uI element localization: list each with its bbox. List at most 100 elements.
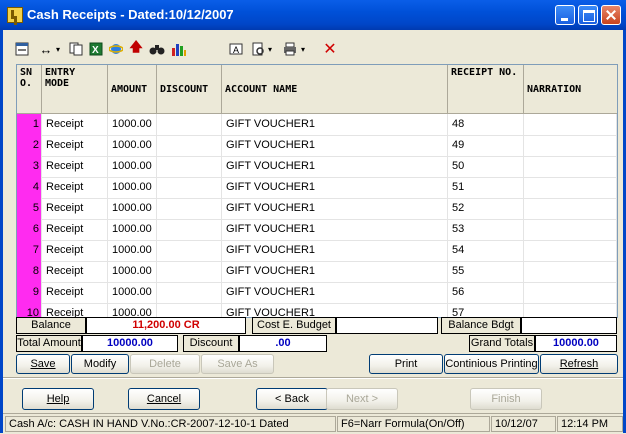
printer-icon[interactable] [282,40,298,58]
internet-explorer-icon[interactable] [108,40,124,58]
dropdown-arrow-icon[interactable]: ▾ [299,40,307,58]
cell-sno[interactable]: 3 [17,156,42,177]
cell-discount[interactable] [157,198,222,219]
next-button[interactable]: Next > [326,388,398,410]
minimize-button[interactable] [555,5,575,25]
refresh-button[interactable]: Refresh [540,354,618,374]
data-grid[interactable]: SN O. ENTRY MODE AMOUNT DISCOUNT ACCOUNT… [16,64,618,318]
print-button[interactable]: Print [369,354,443,374]
table-row[interactable]: 4 Receipt 1000.00 GIFT VOUCHER1 51 [17,177,617,199]
maximize-button[interactable] [578,5,598,25]
cell-narration[interactable] [524,135,617,156]
cell-amount[interactable]: 1000.00 [108,282,157,303]
cell-receipt-no[interactable]: 48 [448,114,524,135]
excel-icon[interactable]: X [88,40,104,58]
cell-narration[interactable] [524,198,617,219]
cell-account-name[interactable]: GIFT VOUCHER1 [222,177,448,198]
table-row[interactable]: 8 Receipt 1000.00 GIFT VOUCHER1 55 [17,261,617,283]
cell-discount[interactable] [157,303,222,317]
cell-entry-mode[interactable]: Receipt [42,135,108,156]
cell-account-name[interactable]: GIFT VOUCHER1 [222,303,448,317]
delete-button[interactable]: Delete [130,354,200,374]
copy-icon[interactable] [68,40,84,58]
cell-entry-mode[interactable]: Receipt [42,198,108,219]
table-row[interactable]: 1 Receipt 1000.00 GIFT VOUCHER1 48 [17,114,617,136]
cell-entry-mode[interactable]: Receipt [42,303,108,317]
delete-x-icon[interactable]: ✕ [322,40,338,58]
cell-sno[interactable]: 8 [17,261,42,282]
cell-account-name[interactable]: GIFT VOUCHER1 [222,282,448,303]
cell-discount[interactable] [157,240,222,261]
dropdown-arrow-icon[interactable]: ▾ [266,40,274,58]
cell-amount[interactable]: 1000.00 [108,219,157,240]
cell-amount[interactable]: 1000.00 [108,198,157,219]
resize-arrows-icon[interactable]: ↔ [38,40,54,58]
cell-discount[interactable] [157,114,222,135]
cell-narration[interactable] [524,240,617,261]
cell-entry-mode[interactable]: Receipt [42,156,108,177]
cell-amount[interactable]: 1000.00 [108,303,157,317]
binoculars-icon[interactable] [148,40,166,58]
cell-sno[interactable]: 7 [17,240,42,261]
cell-entry-mode[interactable]: Receipt [42,261,108,282]
text-box-icon[interactable]: A [228,40,244,58]
cell-entry-mode[interactable]: Receipt [42,219,108,240]
cell-discount[interactable] [157,156,222,177]
form-icon[interactable] [14,40,30,58]
table-row[interactable]: 7 Receipt 1000.00 GIFT VOUCHER1 54 [17,240,617,262]
cell-account-name[interactable]: GIFT VOUCHER1 [222,219,448,240]
cell-account-name[interactable]: GIFT VOUCHER1 [222,156,448,177]
cell-sno[interactable]: 10 [17,303,42,317]
cell-account-name[interactable]: GIFT VOUCHER1 [222,261,448,282]
cell-discount[interactable] [157,219,222,240]
cell-account-name[interactable]: GIFT VOUCHER1 [222,198,448,219]
cell-entry-mode[interactable]: Receipt [42,282,108,303]
cell-receipt-no[interactable]: 49 [448,135,524,156]
header-discount[interactable]: DISCOUNT [157,65,222,113]
cell-narration[interactable] [524,114,617,135]
cell-amount[interactable]: 1000.00 [108,177,157,198]
cell-receipt-no[interactable]: 53 [448,219,524,240]
cell-receipt-no[interactable]: 55 [448,261,524,282]
table-row[interactable]: 5 Receipt 1000.00 GIFT VOUCHER1 52 [17,198,617,220]
save-as-button[interactable]: Save As [201,354,274,374]
cell-entry-mode[interactable]: Receipt [42,177,108,198]
cell-receipt-no[interactable]: 56 [448,282,524,303]
cell-entry-mode[interactable]: Receipt [42,240,108,261]
cell-discount[interactable] [157,177,222,198]
table-row[interactable]: 2 Receipt 1000.00 GIFT VOUCHER1 49 [17,135,617,157]
cell-discount[interactable] [157,282,222,303]
header-entry-mode[interactable]: ENTRY MODE [42,65,108,113]
back-button[interactable]: < Back [256,388,328,410]
cell-sno[interactable]: 4 [17,177,42,198]
cell-amount[interactable]: 1000.00 [108,114,157,135]
header-account-name[interactable]: ACCOUNT NAME [222,65,448,113]
cell-account-name[interactable]: GIFT VOUCHER1 [222,135,448,156]
cell-amount[interactable]: 1000.00 [108,135,157,156]
cell-sno[interactable]: 5 [17,198,42,219]
continuous-printing-button[interactable]: Continious Printing [444,354,539,374]
up-arrow-icon[interactable]: 🡅 [128,39,144,58]
header-receipt-no[interactable]: RECEIPT NO. [448,65,524,113]
cell-narration[interactable] [524,156,617,177]
bar-chart-icon[interactable] [170,40,188,58]
cell-receipt-no[interactable]: 51 [448,177,524,198]
header-narration[interactable]: NARRATION [524,65,617,113]
cell-account-name[interactable]: GIFT VOUCHER1 [222,240,448,261]
cell-receipt-no[interactable]: 52 [448,198,524,219]
cell-sno[interactable]: 2 [17,135,42,156]
finish-button[interactable]: Finish [470,388,542,410]
modify-button[interactable]: Modify [71,354,129,374]
cell-sno[interactable]: 1 [17,114,42,135]
cell-receipt-no[interactable]: 54 [448,240,524,261]
print-preview-icon[interactable] [250,40,266,58]
header-amount[interactable]: AMOUNT [108,65,157,113]
cell-narration[interactable] [524,177,617,198]
cell-amount[interactable]: 1000.00 [108,156,157,177]
save-button[interactable]: Save [16,354,70,374]
header-sno[interactable]: SN O. [17,65,42,113]
cell-narration[interactable] [524,261,617,282]
cell-amount[interactable]: 1000.00 [108,261,157,282]
close-button[interactable] [601,5,621,25]
table-row[interactable]: 3 Receipt 1000.00 GIFT VOUCHER1 50 [17,156,617,178]
